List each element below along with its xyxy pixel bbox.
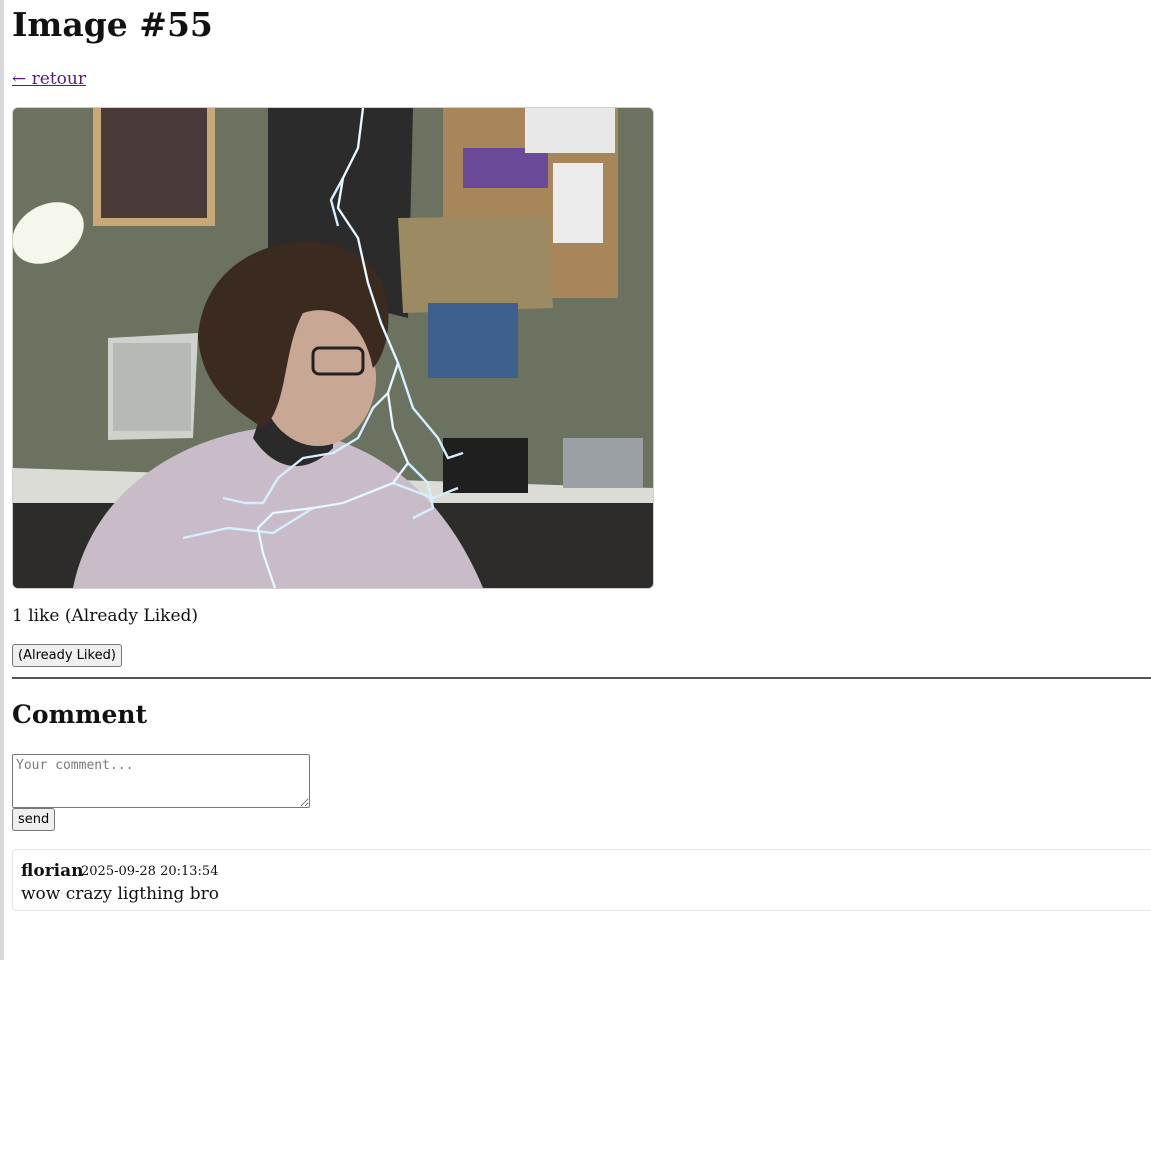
comment-timestamp: 2025-09-28 20:13:54 <box>81 864 219 879</box>
like-button[interactable]: (Already Liked) <box>12 644 122 667</box>
comment-item: florian 2025-09-28 20:13:54 wow crazy li… <box>12 849 1151 911</box>
send-button[interactable]: send <box>12 808 56 831</box>
comment-text: wow crazy ligthing bro <box>21 884 219 904</box>
post-image <box>12 107 654 589</box>
page-title: Image #55 <box>12 5 213 44</box>
like-count: 1 like (Already Liked) <box>12 606 199 626</box>
photo-illustration <box>13 108 653 588</box>
comment-author: florian <box>21 861 84 881</box>
left-border <box>0 0 4 960</box>
comment-heading: Comment <box>12 700 148 729</box>
back-link[interactable]: ← retour <box>12 69 86 89</box>
comment-input[interactable] <box>12 754 310 808</box>
section-divider <box>12 677 1151 679</box>
